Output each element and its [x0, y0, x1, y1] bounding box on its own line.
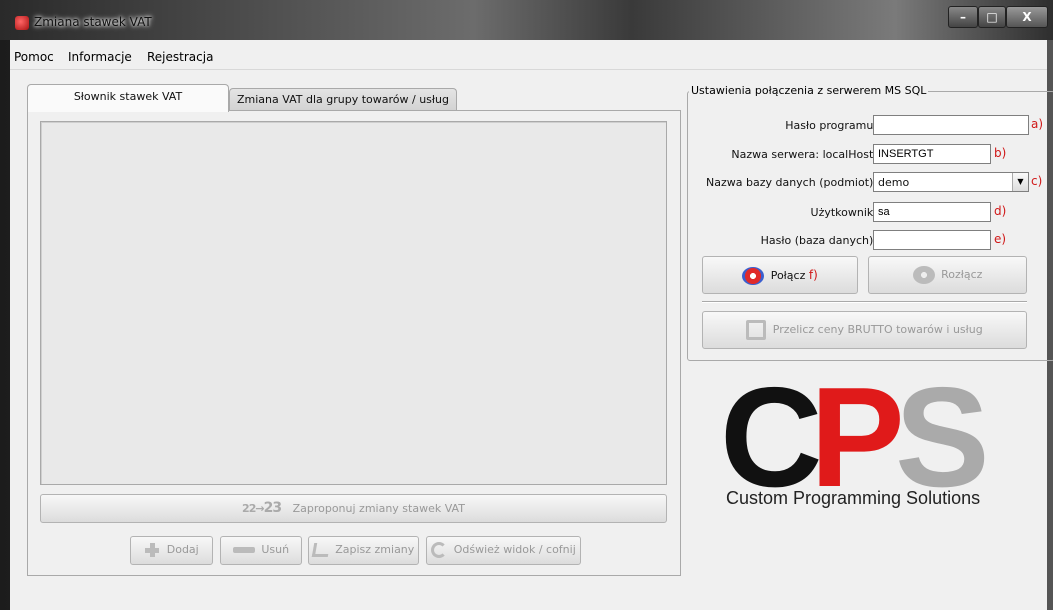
menu-bar: Pomoc Informacje Rejestracja: [10, 40, 1047, 70]
user-label: Użytkownik:: [810, 206, 877, 219]
chevron-down-icon[interactable]: ▼: [1012, 173, 1028, 191]
checkmark-icon: [311, 543, 330, 557]
logo-letter-s: S: [895, 358, 985, 508]
disconnect-button[interactable]: Rozłącz: [868, 256, 1027, 294]
minimize-button[interactable]: –: [948, 6, 978, 28]
program-password-label: Hasło programu:: [785, 119, 877, 132]
gear-icon: [742, 267, 765, 285]
delete-label: Usuń: [261, 543, 290, 556]
divider: [702, 301, 1027, 303]
maximize-button[interactable]: □: [978, 6, 1006, 28]
db-password-label: Hasło (baza danych):: [760, 234, 877, 247]
title-bar[interactable]: Zmiana stawek VAT – □ X: [0, 0, 1053, 40]
db-password-field[interactable]: [873, 230, 991, 250]
save-label: Zapisz zmiany: [335, 543, 415, 556]
connect-button[interactable]: Połącz f): [702, 256, 858, 294]
database-select[interactable]: demo ▼: [873, 172, 1029, 192]
tab-vat-dictionary[interactable]: Słownik stawek VAT: [27, 84, 229, 112]
close-button[interactable]: X: [1006, 6, 1048, 28]
propose-label: Zaproponuj zmiany stawek VAT: [292, 502, 465, 515]
server-name-field[interactable]: [873, 144, 991, 164]
refresh-undo-button[interactable]: Odśwież widok / cofnij: [426, 536, 581, 565]
marker-e: e): [994, 232, 1007, 246]
propose-vat-changes-button[interactable]: 22→23 Zaproponuj zmiany stawek VAT: [40, 494, 667, 523]
disconnect-label: Rozłącz: [941, 268, 983, 281]
cps-logo: C P S: [720, 358, 995, 508]
vat-rates-list[interactable]: [40, 121, 667, 485]
connection-settings-group: Ustawienia połączenia z serwerem MS SQL …: [687, 84, 1053, 361]
minus-icon: [232, 547, 255, 553]
add-label: Dodaj: [166, 543, 199, 556]
marker-f: f): [808, 268, 818, 282]
recalculate-gross-prices-button[interactable]: Przelicz ceny BRUTTO towarów i usług: [702, 311, 1027, 349]
tab-panel: 22→23 Zaproponuj zmiany stawek VAT Dodaj…: [27, 110, 681, 576]
gear-icon: [912, 266, 935, 284]
logo-letter-c: C: [720, 358, 819, 508]
logo-tagline: Custom Programming Solutions: [726, 488, 981, 508]
database-label: Nazwa bazy danych (podmiot):: [706, 176, 877, 189]
marker-d: d): [994, 204, 1007, 218]
app-window: Zmiana stawek VAT – □ X Pomoc Informacje…: [0, 0, 1053, 610]
refresh-icon: [431, 542, 448, 558]
menu-item-informacje[interactable]: Informacje: [68, 50, 132, 64]
window-title: Zmiana stawek VAT: [34, 15, 152, 29]
marker-b: b): [994, 146, 1007, 160]
program-password-field[interactable]: [873, 115, 1029, 135]
database-selected-value: demo: [878, 176, 910, 189]
client-area: Pomoc Informacje Rejestracja Słownik sta…: [10, 40, 1053, 610]
user-field[interactable]: [873, 202, 991, 222]
app-icon: [15, 16, 29, 30]
save-changes-button[interactable]: Zapisz zmiany: [308, 536, 419, 565]
delete-button[interactable]: Usuń: [220, 536, 302, 565]
plus-icon: [144, 542, 160, 558]
numbers-icon: 22→23: [242, 500, 282, 516]
connection-settings-legend: Ustawienia połączenia z serwerem MS SQL: [689, 84, 929, 97]
recalculate-label: Przelicz ceny BRUTTO towarów i usług: [772, 323, 983, 336]
menu-item-pomoc[interactable]: Pomoc: [14, 50, 54, 64]
connect-label: Połącz: [770, 269, 806, 282]
tab-vat-group-change[interactable]: Zmiana VAT dla grupy towarów / usług: [229, 88, 457, 111]
server-label: Nazwa serwera: localHost\: [731, 148, 877, 161]
document-icon: [746, 320, 767, 340]
marker-c: c): [1031, 174, 1043, 188]
refresh-label: Odśwież widok / cofnij: [453, 543, 576, 556]
logo-letter-p: P: [810, 358, 900, 508]
menu-item-rejestracja[interactable]: Rejestracja: [147, 50, 213, 64]
add-button[interactable]: Dodaj: [130, 536, 213, 565]
marker-a: a): [1031, 117, 1044, 131]
